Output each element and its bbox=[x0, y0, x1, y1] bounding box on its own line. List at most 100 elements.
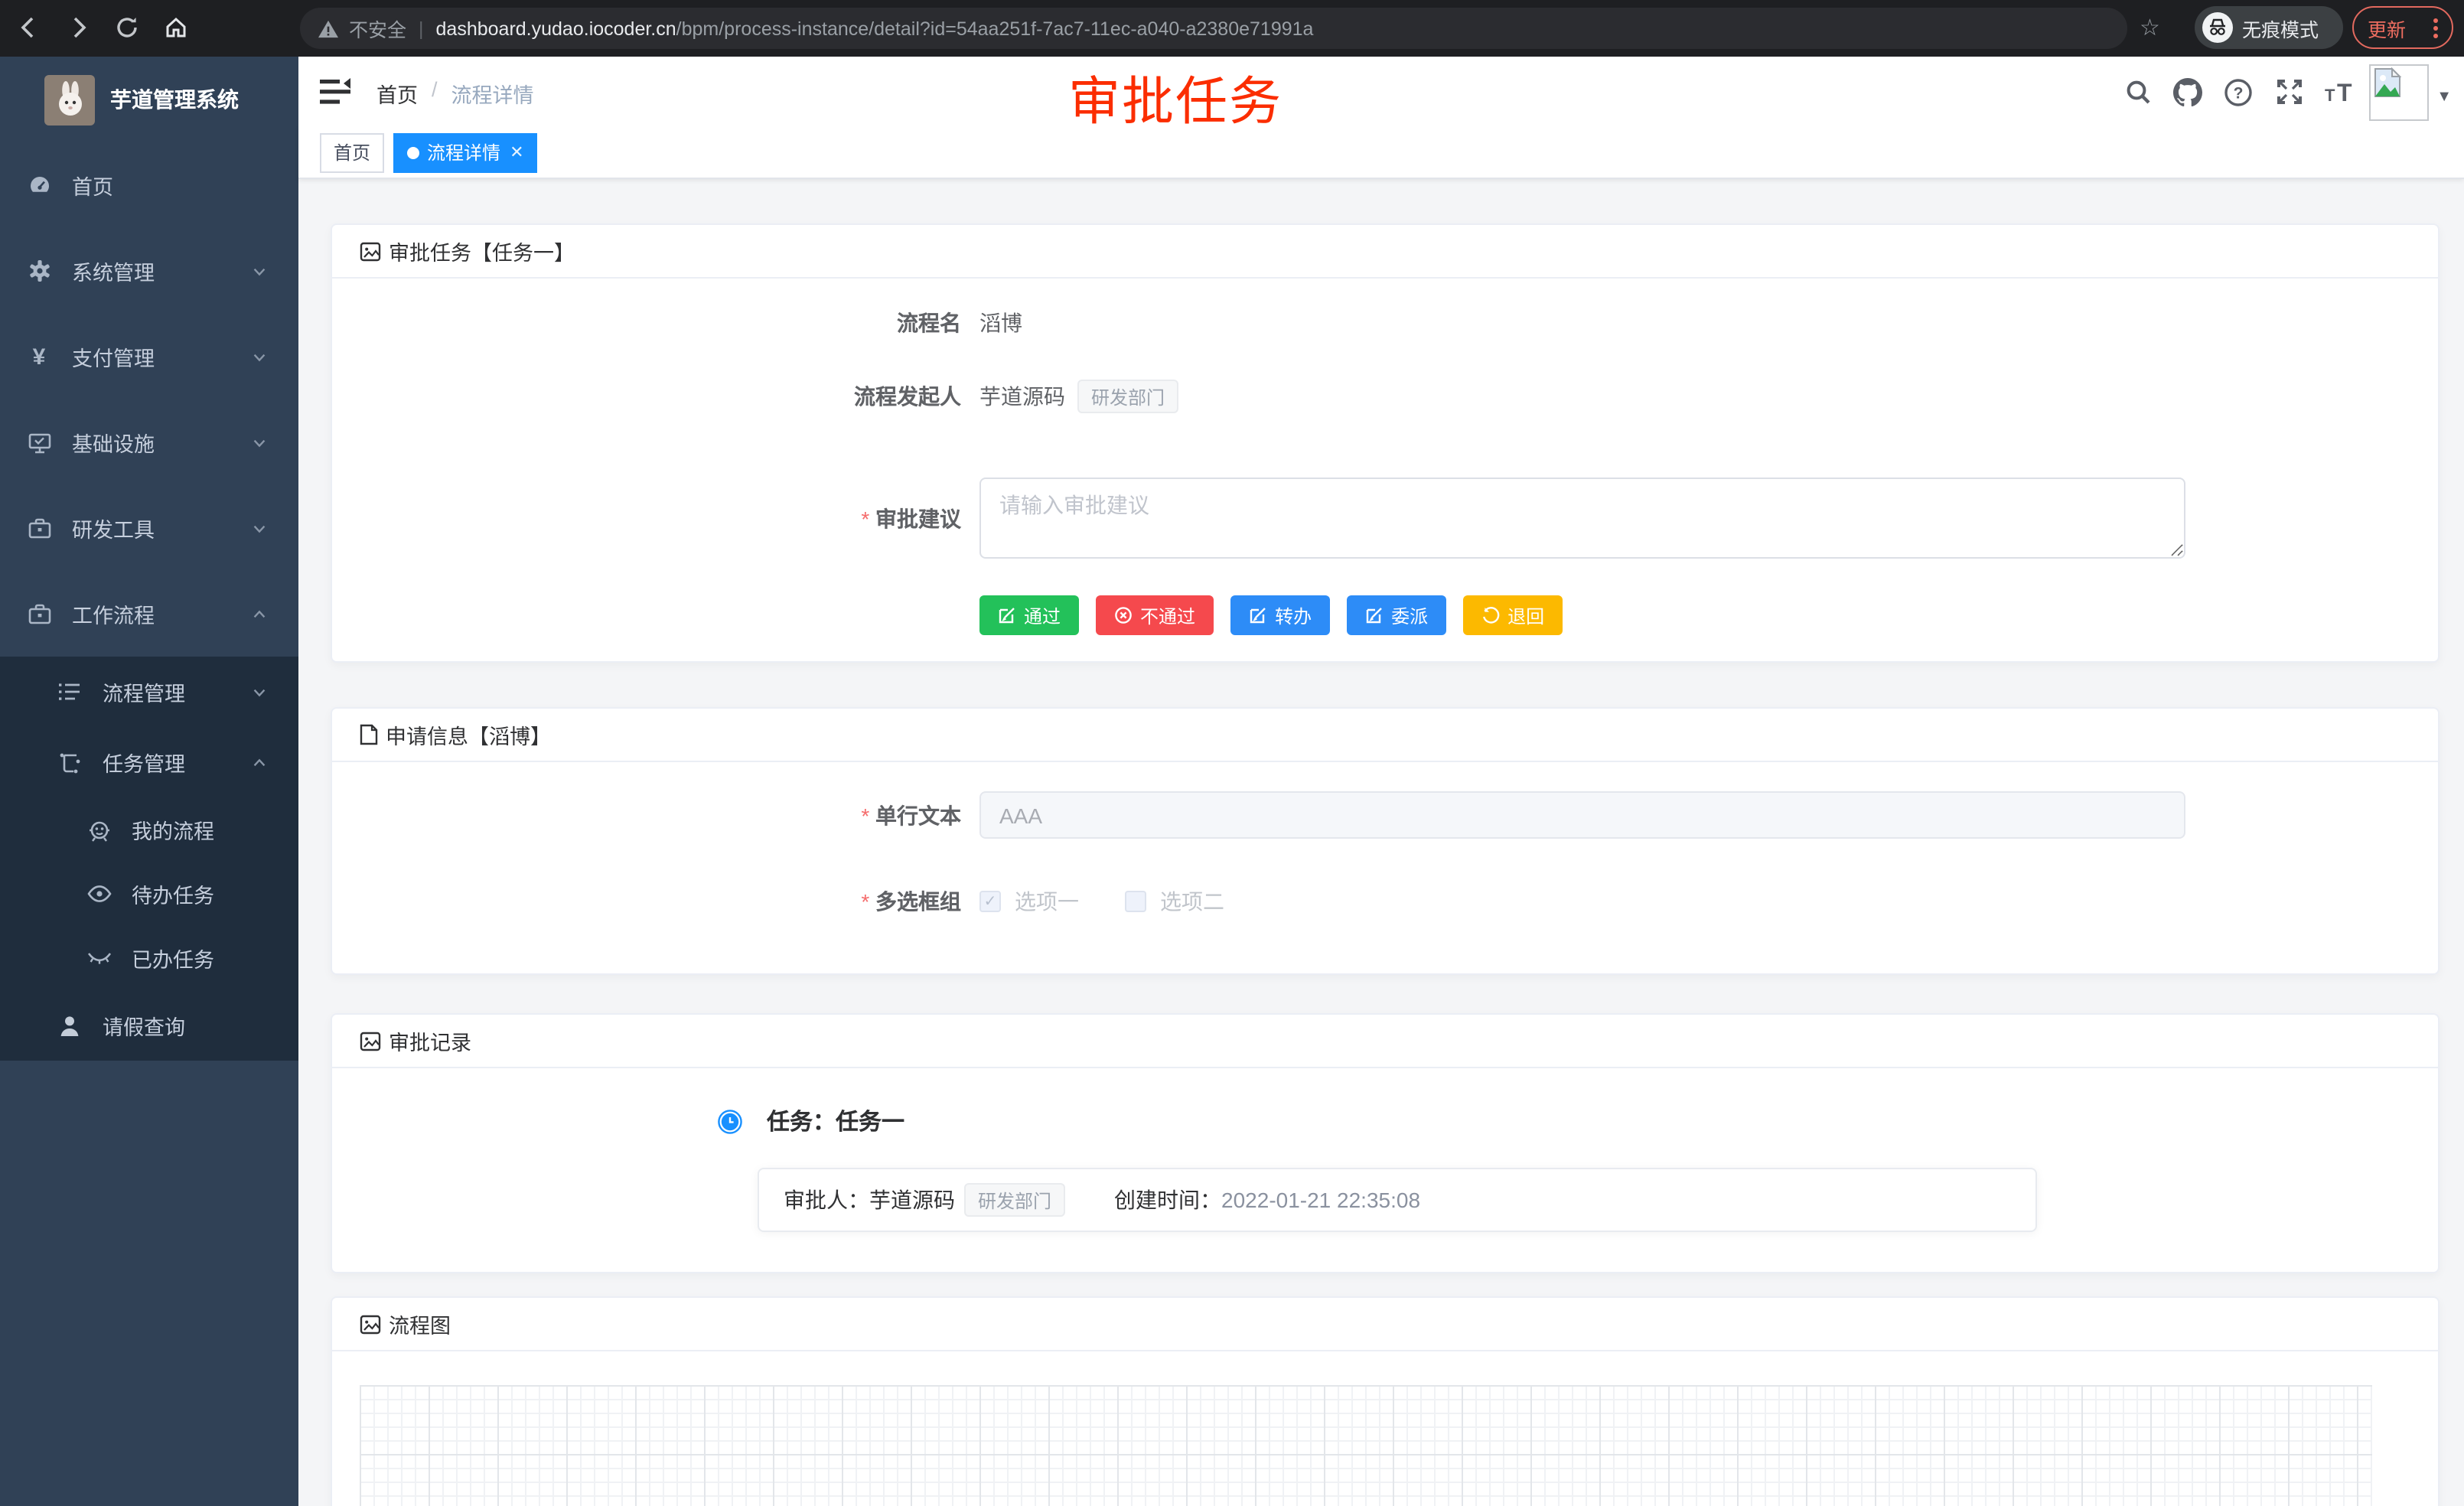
avatar[interactable] bbox=[2369, 64, 2429, 120]
chevron-down-icon bbox=[251, 434, 268, 451]
browser-update-button[interactable]: 更新 bbox=[2352, 6, 2453, 49]
tag-home[interactable]: 首页 bbox=[320, 132, 384, 172]
svg-text:T: T bbox=[2324, 86, 2335, 105]
close-icon[interactable]: ✕ bbox=[510, 142, 523, 162]
sidebar-item-leave-query[interactable]: 请假查询 bbox=[0, 990, 298, 1061]
picture-icon bbox=[360, 241, 381, 261]
home-icon[interactable] bbox=[159, 11, 193, 44]
process-name-value: 滔博 bbox=[979, 308, 1022, 338]
chevron-down-icon bbox=[251, 262, 268, 279]
checkbox-option-2: 选项二 bbox=[1125, 886, 1224, 917]
sidebar-item-devtools[interactable]: 研发工具 bbox=[0, 485, 298, 571]
comment-textarea[interactable] bbox=[979, 478, 2185, 559]
avatar-dropdown-caret-icon[interactable]: ▼ bbox=[2436, 88, 2452, 105]
monitor-icon bbox=[26, 431, 52, 454]
app-title: 芋道管理系统 bbox=[110, 84, 239, 115]
sidebar-item-label: 基础设施 bbox=[72, 427, 155, 458]
bookmark-star-icon[interactable]: ☆ bbox=[2140, 14, 2160, 41]
checkbox-group: ✓ 选项一 选项二 bbox=[979, 886, 1224, 917]
sidebar-item-label: 首页 bbox=[72, 170, 113, 200]
sidebar-item-home[interactable]: 首页 bbox=[0, 142, 298, 228]
approve-button[interactable]: 通过 bbox=[979, 595, 1079, 635]
url-separator: | bbox=[419, 18, 424, 39]
forward-icon[interactable] bbox=[61, 11, 95, 44]
field-label: 审批建议 bbox=[332, 503, 979, 533]
sidebar-item-system[interactable]: 系统管理 bbox=[0, 228, 298, 314]
initiator-value: 芋道源码 bbox=[979, 381, 1065, 412]
sidebar-item-todo-tasks[interactable]: 待办任务 bbox=[0, 862, 298, 926]
picture-icon bbox=[360, 1314, 381, 1334]
checkbox-checked-icon: ✓ bbox=[979, 891, 1001, 912]
reject-button[interactable]: 不通过 bbox=[1096, 595, 1214, 635]
search-icon[interactable] bbox=[2112, 78, 2163, 106]
sidebar-item-label: 系统管理 bbox=[72, 256, 155, 286]
incognito-icon bbox=[2202, 12, 2233, 43]
gear-icon bbox=[26, 259, 52, 283]
briefcase-icon bbox=[26, 602, 52, 625]
sidebar-collapse-icon[interactable] bbox=[318, 77, 352, 107]
initiator-row: 流程发起人 芋道源码 研发部门 bbox=[332, 378, 2438, 415]
created-label: 创建时间： bbox=[1114, 1185, 1221, 1215]
card-header: 流程图 bbox=[332, 1298, 2438, 1351]
document-icon bbox=[360, 724, 378, 745]
sidebar-item-label: 待办任务 bbox=[132, 878, 214, 909]
sidebar-item-label: 请假查询 bbox=[103, 1010, 185, 1041]
robot-icon bbox=[86, 818, 112, 841]
back-icon[interactable] bbox=[12, 11, 46, 44]
checkbox-group-row: 多选框组 ✓ 选项一 选项二 bbox=[332, 889, 2438, 914]
tag-label: 流程详情 bbox=[427, 139, 500, 165]
card-header: 审批任务【任务一】 bbox=[332, 225, 2438, 279]
sidebar-item-done-tasks[interactable]: 已办任务 bbox=[0, 926, 298, 990]
task-title: 任务：任务一 bbox=[767, 1105, 904, 1137]
tag-process-detail[interactable]: 流程详情 ✕ bbox=[393, 132, 537, 172]
reload-icon[interactable] bbox=[110, 11, 144, 44]
help-icon[interactable]: ? bbox=[2213, 77, 2264, 106]
fullscreen-icon[interactable] bbox=[2264, 78, 2314, 106]
briefcase-icon bbox=[26, 517, 52, 539]
return-button[interactable]: 退回 bbox=[1463, 595, 1563, 635]
card-header: 审批记录 bbox=[332, 1015, 2438, 1068]
sidebar-item-process-mgmt[interactable]: 流程管理 bbox=[0, 657, 298, 727]
approve-task-card: 审批任务【任务一】 流程名 滔博 流程发起人 芋道源码 研发部门 审批建议 通过 bbox=[331, 223, 2440, 663]
app-logo-row[interactable]: 芋道管理系统 bbox=[0, 57, 298, 142]
eye-icon bbox=[86, 885, 112, 903]
bpmn-canvas[interactable] bbox=[360, 1385, 2372, 1506]
broken-image-icon bbox=[2372, 67, 2403, 97]
field-label: 多选框组 bbox=[332, 886, 979, 917]
card-title: 审批记录 bbox=[389, 1025, 471, 1056]
delegate-button[interactable]: 委派 bbox=[1347, 595, 1446, 635]
sidebar-item-infrastructure[interactable]: 基础设施 bbox=[0, 399, 298, 485]
chevron-down-icon bbox=[251, 683, 268, 700]
screenshot-root: 不安全 | dashboard.yudao.iocoder.cn/bpm/pro… bbox=[0, 0, 2464, 1506]
sidebar-item-task-mgmt[interactable]: 任务管理 bbox=[0, 727, 298, 797]
github-icon[interactable] bbox=[2163, 77, 2213, 106]
edit-icon bbox=[1249, 606, 1267, 624]
timeline-item: 任务：任务一 bbox=[718, 1105, 2438, 1137]
approval-record-box: 审批人： 芋道源码 研发部门 创建时间： 2022-01-21 22:35:08 bbox=[758, 1168, 2037, 1232]
transfer-button[interactable]: 转办 bbox=[1230, 595, 1330, 635]
user-icon bbox=[57, 1014, 83, 1037]
process-name-row: 流程名 滔博 bbox=[332, 306, 2438, 340]
top-navbar: 首页 / 流程详情 审批任务 ? TT ▼ bbox=[298, 57, 2464, 127]
font-size-icon[interactable]: TT bbox=[2314, 78, 2365, 106]
sidebar-item-workflow[interactable]: 工作流程 bbox=[0, 571, 298, 657]
sidebar-item-my-process[interactable]: 我的流程 bbox=[0, 797, 298, 862]
process-diagram-card: 流程图 bbox=[331, 1296, 2440, 1506]
browser-menu-icon[interactable] bbox=[2433, 18, 2438, 37]
single-line-input bbox=[979, 791, 2185, 839]
approver-name: 芋道源码 bbox=[869, 1185, 955, 1215]
breadcrumb-home[interactable]: 首页 bbox=[376, 78, 418, 109]
dept-tag: 研发部门 bbox=[1077, 380, 1178, 413]
address-bar[interactable]: 不安全 | dashboard.yudao.iocoder.cn/bpm/pro… bbox=[300, 8, 2127, 49]
list-icon bbox=[57, 681, 83, 702]
approver-label: 审批人： bbox=[784, 1185, 869, 1215]
refresh-left-icon bbox=[1481, 606, 1500, 624]
clock-icon bbox=[718, 1109, 742, 1133]
approval-records-card: 审批记录 任务：任务一 审批人： 芋道源码 研发部门 创建时间： 2022-01… bbox=[331, 1013, 2440, 1273]
security-label[interactable]: 不安全 bbox=[349, 14, 406, 43]
created-time: 2022-01-21 22:35:08 bbox=[1221, 1188, 1420, 1212]
field-label: 流程发起人 bbox=[332, 381, 979, 412]
sidebar-item-payment[interactable]: ¥ 支付管理 bbox=[0, 314, 298, 399]
update-label[interactable]: 更新 bbox=[2368, 13, 2406, 42]
sidebar-item-label: 流程管理 bbox=[103, 676, 185, 707]
